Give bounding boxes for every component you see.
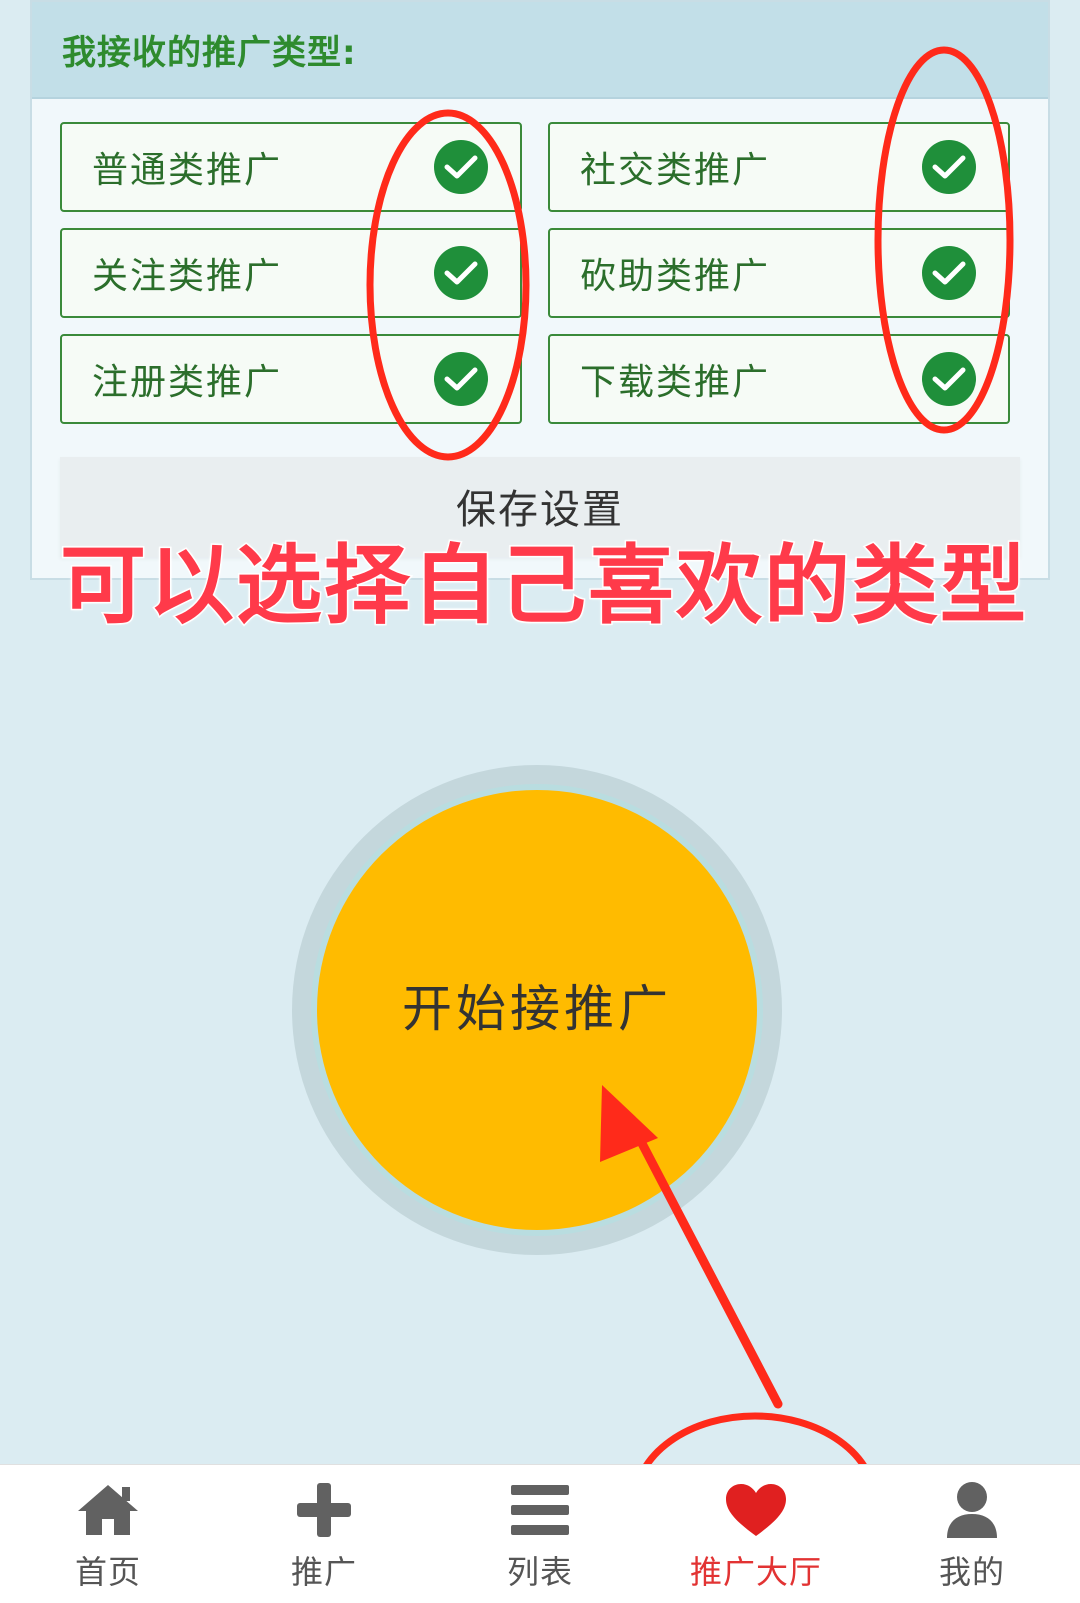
tab-label: 推广大厅: [689, 1553, 822, 1591]
tab-promote[interactable]: 推广: [216, 1465, 432, 1603]
type-item-social[interactable]: 社交类推广: [548, 122, 1010, 212]
annotation-caption: 可以选择自己喜欢的类型: [59, 535, 1028, 638]
tab-label: 列表: [506, 1553, 573, 1591]
bottom-tab-bar: 首页 推广 列表 推广大厅 我的: [0, 1464, 1080, 1603]
tab-list[interactable]: 列表: [432, 1465, 648, 1603]
check-icon[interactable]: [922, 246, 976, 300]
tab-label: 推广: [290, 1553, 357, 1591]
type-label: 关注类推广: [92, 256, 283, 297]
type-label: 注册类推广: [92, 362, 283, 403]
type-item-bargain[interactable]: 砍助类推广: [548, 228, 1010, 318]
user-icon: [945, 1479, 999, 1541]
type-item-download[interactable]: 下载类推广: [548, 334, 1010, 424]
type-item-general[interactable]: 普通类推广: [60, 122, 522, 212]
type-item-follow[interactable]: 关注类推广: [60, 228, 522, 318]
start-promotion-button[interactable]: 开始接推广: [317, 790, 757, 1230]
type-label: 社交类推广: [580, 150, 771, 191]
tab-promotion-hall[interactable]: 推广大厅: [648, 1465, 864, 1603]
type-grid: 普通类推广 社交类推广 关注类推广 砍助类推广 注册类推广 下载类推广: [60, 122, 1020, 424]
tab-mine[interactable]: 我的: [864, 1465, 1080, 1603]
tab-home[interactable]: 首页: [0, 1465, 216, 1603]
list-icon: [509, 1479, 571, 1541]
tab-label: 首页: [74, 1553, 141, 1591]
start-promotion-label: 开始接推广: [402, 980, 672, 1038]
type-label: 砍助类推广: [580, 256, 771, 297]
heart-icon: [724, 1479, 788, 1541]
panel-title: 我接收的推广类型:: [62, 33, 357, 73]
panel-header: 我接收的推广类型:: [32, 2, 1048, 99]
type-item-register[interactable]: 注册类推广: [60, 334, 522, 424]
plus-icon: [295, 1479, 353, 1541]
check-icon[interactable]: [434, 246, 488, 300]
check-icon[interactable]: [434, 140, 488, 194]
type-label: 下载类推广: [580, 362, 771, 403]
start-button-ring: 开始接推广: [292, 765, 782, 1255]
check-icon[interactable]: [922, 140, 976, 194]
check-icon[interactable]: [434, 352, 488, 406]
tab-label: 我的: [938, 1553, 1005, 1591]
check-icon[interactable]: [922, 352, 976, 406]
home-icon: [74, 1479, 142, 1541]
type-label: 普通类推广: [92, 150, 283, 191]
promotion-types-panel: 我接收的推广类型: 普通类推广 社交类推广 关注类推广 砍助类推广 注册类推广 …: [30, 0, 1050, 580]
